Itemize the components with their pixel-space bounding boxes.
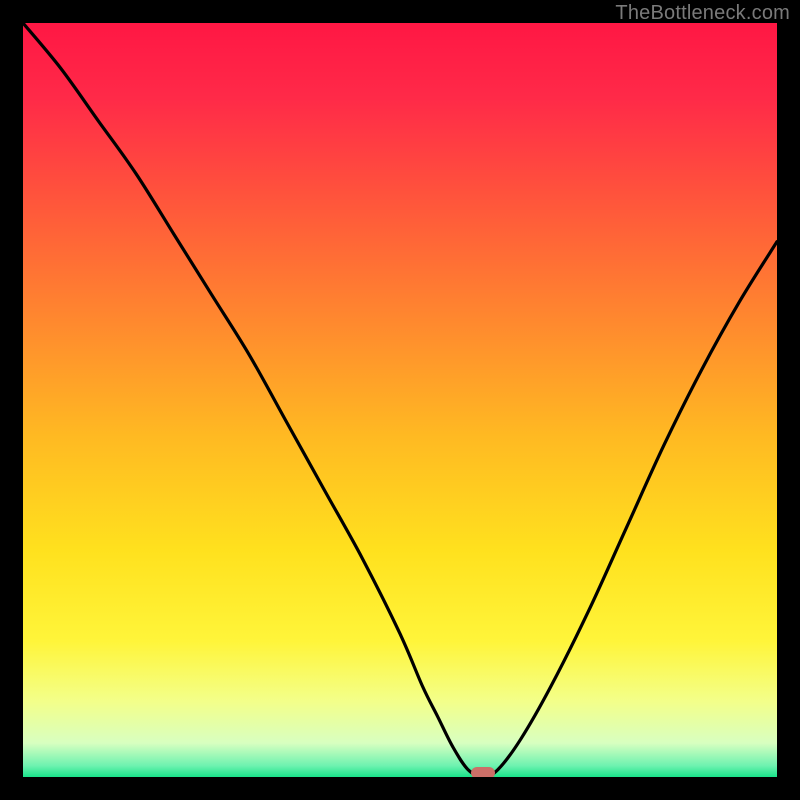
optimal-marker: [471, 767, 495, 777]
plot-area: [23, 23, 777, 777]
bottleneck-curve: [23, 23, 777, 777]
chart-frame: TheBottleneck.com: [0, 0, 800, 800]
watermark-text: TheBottleneck.com: [615, 2, 790, 25]
